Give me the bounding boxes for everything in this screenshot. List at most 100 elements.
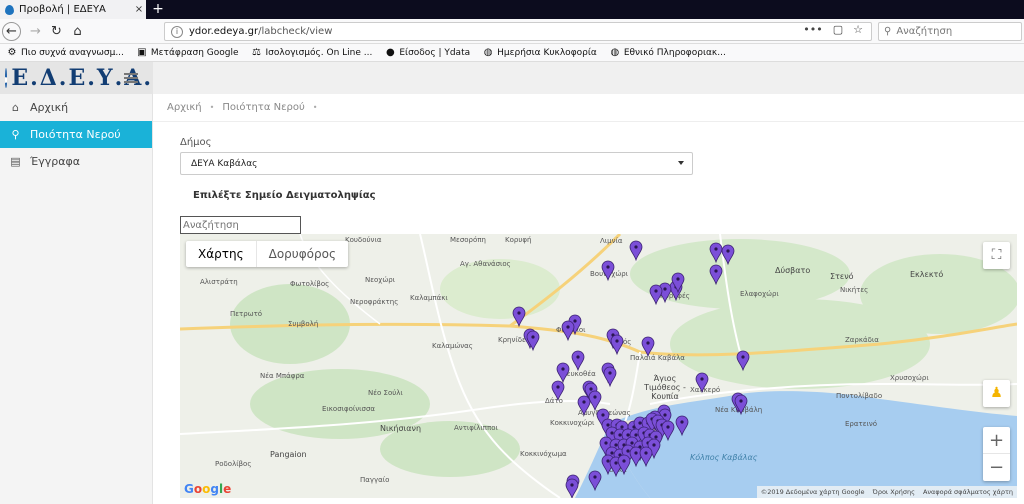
bookmark-label: Πιο συχνά αναγνωσμ... <box>21 47 124 58</box>
google-logo[interactable]: Google <box>184 482 231 496</box>
bookmark-item[interactable]: ◍ Ημερήσια Κυκλοφορία <box>483 46 597 58</box>
bookmark-item[interactable]: ⚙ Πιο συχνά αναγνωσμ... <box>7 46 124 58</box>
fullscreen-icon[interactable]: ⛶ <box>983 242 1010 269</box>
gear-icon: ⚙ <box>7 46 17 58</box>
bookmarks-bar: ⚙ Πιο συχνά αναγνωσμ... ▣ Μετάφραση Google ⚖… <box>0 44 1024 62</box>
app-header: Ε.Δ.Ε.Υ.Α. <box>0 62 1024 94</box>
map-type-satellite-button[interactable]: Δορυφόρος <box>257 241 348 267</box>
sampling-point-marker[interactable] <box>565 478 579 498</box>
terms-link[interactable]: Όροι Χρήσης <box>873 488 915 496</box>
breadcrumb-home[interactable]: Αρχική <box>167 102 202 113</box>
book-icon: ▤ <box>10 155 21 168</box>
bookmark-label: Ημερήσια Κυκλοφορία <box>497 47 597 58</box>
zoom-in-button[interactable]: + <box>983 427 1010 454</box>
scale-icon: ⚖ <box>252 46 261 58</box>
browser-search-input[interactable]: ⚲ Αναζήτηση <box>878 22 1022 41</box>
home-icon: ⌂ <box>12 101 19 114</box>
sampling-point-marker[interactable] <box>601 260 615 282</box>
close-tab-icon[interactable]: × <box>132 4 146 15</box>
markers-layer <box>512 240 750 498</box>
forward-button[interactable]: → <box>26 22 45 41</box>
municipality-label: Δήμος <box>180 137 212 148</box>
map-data-credit: ©2019 Δεδομένα χάρτη Google <box>760 488 865 496</box>
zoom-control: + − <box>983 427 1010 481</box>
search-icon: ⚲ <box>11 128 20 141</box>
back-button[interactable]: ← <box>2 22 21 41</box>
report-error-link[interactable]: Αναφορά σφάλματος χάρτη <box>923 488 1013 496</box>
info-icon[interactable]: i <box>171 25 183 38</box>
map-type-map-button[interactable]: Χάρτης <box>186 241 257 267</box>
tab-title: Προβολή | ΕΔΕΥΑ <box>19 4 106 15</box>
sampling-point-marker[interactable] <box>629 446 643 468</box>
url-bar[interactable]: i ydor.edeya.gr/labcheck/view ••• ▢ ☆ <box>164 22 872 41</box>
bookmark-item[interactable]: ⚖ Ισολογισμός. On Line ... <box>252 46 372 58</box>
search-placeholder: Αναζήτηση <box>896 26 953 37</box>
sidebar-item[interactable]: ▤ Έγγραφα <box>0 148 152 175</box>
sampling-point-marker[interactable] <box>736 350 750 372</box>
breadcrumb-water-quality[interactable]: Ποιότητα Νερού <box>222 102 304 113</box>
sampling-point-marker[interactable] <box>561 320 575 342</box>
reload-button[interactable]: ↻ <box>47 22 66 41</box>
google-map[interactable]: Κουδούνια Κορυφή Λιμνία Μεσορόπη Δύσβατο Στεν… <box>180 234 1017 498</box>
globe-icon: ◍ <box>483 46 493 58</box>
url-path: /labcheck/view <box>258 26 333 37</box>
pocket-icon[interactable]: ▢ <box>833 23 843 36</box>
browser-nav-bar: ← → ↻ ⌂ i ydor.edeya.gr/labcheck/view ••… <box>0 19 1024 44</box>
sampling-point-marker[interactable] <box>526 330 540 352</box>
globe-icon: ◍ <box>610 46 620 58</box>
sampling-point-marker[interactable] <box>661 420 675 442</box>
pegman-icon[interactable]: ♟ <box>983 380 1010 407</box>
favicon-icon <box>5 4 14 15</box>
bookmark-label: Εθνικό Πληροφοριακ... <box>623 47 726 58</box>
bookmark-label: Είσοδος | Ydata <box>399 47 471 58</box>
breadcrumb-separator: • <box>209 103 215 112</box>
sampling-point-marker[interactable] <box>695 372 709 394</box>
bookmark-item[interactable]: ◍ Εθνικό Πληροφοριακ... <box>610 46 726 58</box>
page-actions-icon[interactable]: ••• <box>803 23 822 36</box>
bookmark-item[interactable]: ● Είσοδος | Ydata <box>385 46 471 58</box>
sampling-point-marker[interactable] <box>734 394 748 416</box>
sidebar-item[interactable]: ⌂ Αρχική <box>0 94 152 121</box>
ydata-icon: ● <box>385 46 395 58</box>
sidebar: ⌂ Αρχική ⚲ Ποιότητα Νερού ▤ Έγγραφα <box>0 94 153 504</box>
sampling-point-marker[interactable] <box>603 366 617 388</box>
sampling-point-marker[interactable] <box>709 242 723 264</box>
sampling-point-marker[interactable] <box>675 415 689 437</box>
breadcrumb-separator: • <box>312 103 318 112</box>
sampling-point-marker[interactable] <box>617 454 631 476</box>
hamburger-menu-icon[interactable] <box>124 73 138 83</box>
sampling-point-marker[interactable] <box>709 264 723 286</box>
sampling-point-marker[interactable] <box>629 240 643 262</box>
sampling-point-marker[interactable] <box>588 390 602 412</box>
sampling-point-marker[interactable] <box>641 336 655 358</box>
sampling-point-marker[interactable] <box>556 362 570 384</box>
sampling-point-marker[interactable] <box>649 284 663 306</box>
municipality-value: ΔΕΥΑ Καβάλας <box>191 158 258 169</box>
search-icon: ⚲ <box>884 26 892 37</box>
sidebar-item-label: Αρχική <box>30 101 69 114</box>
translate-icon: ▣ <box>137 46 147 58</box>
municipality-select[interactable]: ΔΕΥΑ Καβάλας <box>180 152 693 175</box>
sampling-point-marker[interactable] <box>721 244 735 266</box>
sampling-point-marker[interactable] <box>610 334 624 356</box>
sampling-point-marker[interactable] <box>571 350 585 372</box>
sampling-point-heading: Επιλέξτε Σημείο Δειγματοληψίας <box>193 190 376 201</box>
sampling-point-marker[interactable] <box>639 446 653 468</box>
caret-down-icon <box>678 161 684 165</box>
sampling-point-marker[interactable] <box>588 470 602 492</box>
sidebar-item-label: Έγγραφα <box>30 155 80 168</box>
map-type-control: Χάρτης Δορυφόρος <box>186 241 348 267</box>
browser-tab[interactable]: Προβολή | ΕΔΕΥΑ × <box>0 0 146 19</box>
bookmark-label: Μετάφραση Google <box>150 47 239 58</box>
bookmark-item[interactable]: ▣ Μετάφραση Google <box>137 46 239 58</box>
zoom-out-button[interactable]: − <box>983 454 1010 481</box>
map-search-input[interactable] <box>180 216 301 234</box>
breadcrumb: Αρχική • Ποιότητα Νερού • <box>153 94 1024 122</box>
home-button[interactable]: ⌂ <box>68 22 87 41</box>
new-tab-button[interactable]: + <box>150 1 166 17</box>
bookmark-star-icon[interactable]: ☆ <box>853 23 863 36</box>
sampling-point-marker[interactable] <box>551 380 565 402</box>
sampling-point-marker[interactable] <box>512 306 526 328</box>
sidebar-item[interactable]: ⚲ Ποιότητα Νερού <box>0 121 152 148</box>
sampling-point-marker[interactable] <box>577 395 591 417</box>
